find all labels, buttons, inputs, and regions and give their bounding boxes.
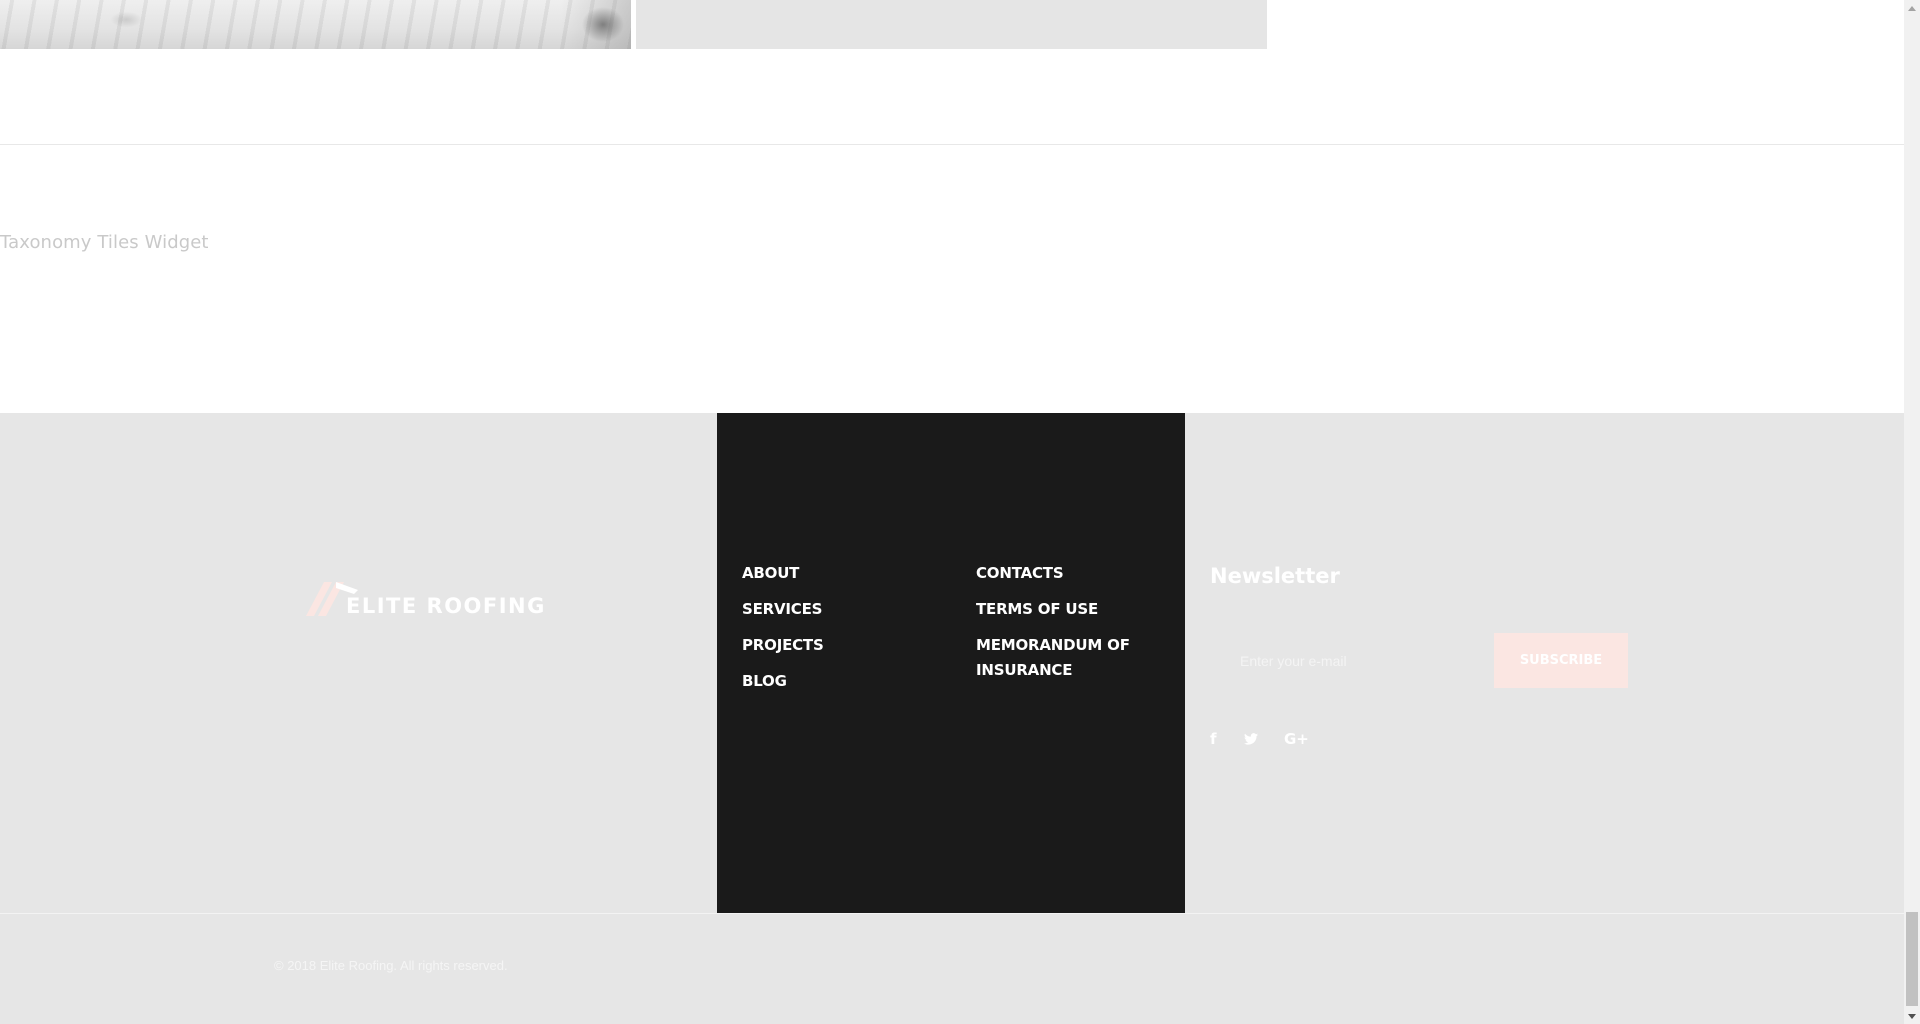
image-shadow <box>561 0 631 49</box>
twitter-icon[interactable] <box>1244 728 1258 751</box>
vertical-scrollbar[interactable] <box>1904 0 1920 1024</box>
scrollbar-thumb[interactable] <box>1906 912 1918 1006</box>
menu-link-terms[interactable]: TERMS OF USE <box>976 597 1166 622</box>
twitter-bird-icon <box>1244 733 1258 745</box>
email-field[interactable] <box>1210 633 1494 688</box>
scroll-up-arrow-icon[interactable] <box>1904 0 1920 16</box>
newsletter-title: Newsletter <box>1210 564 1340 588</box>
roof-tiles-image[interactable] <box>0 0 631 49</box>
menu-link-services[interactable]: SERVICES <box>742 597 824 622</box>
newsletter-form: SUBSCRIBE <box>1210 633 1628 688</box>
top-image-strip <box>0 0 1904 49</box>
footer-menu-column-2: CONTACTS TERMS OF USE MEMORANDUM OF INSU… <box>976 561 1166 694</box>
google-plus-icon[interactable]: G+ <box>1284 728 1309 750</box>
menu-link-contacts[interactable]: CONTACTS <box>976 561 1166 586</box>
widget-title: Taxonomy Tiles Widget <box>0 232 209 253</box>
menu-link-blog[interactable]: BLOG <box>742 669 824 694</box>
menu-link-about[interactable]: ABOUT <box>742 561 824 586</box>
footer-menu: ABOUT SERVICES PROJECTS BLOG CONTACTS TE… <box>717 413 1185 913</box>
logo-text: ELITE ROOFING <box>346 594 546 618</box>
site-logo[interactable]: ELITE ROOFING <box>306 576 546 620</box>
facebook-icon[interactable]: f <box>1210 728 1217 750</box>
subscribe-button[interactable]: SUBSCRIBE <box>1494 633 1628 688</box>
section-divider <box>0 144 1904 145</box>
image-placeholder[interactable] <box>636 0 1267 49</box>
menu-link-memorandum[interactable]: MEMORANDUM OF INSURANCE <box>976 633 1166 683</box>
scroll-down-arrow-icon[interactable] <box>1904 1008 1920 1024</box>
footer-divider <box>0 913 1904 914</box>
menu-link-projects[interactable]: PROJECTS <box>742 633 824 658</box>
footer-menu-column-1: ABOUT SERVICES PROJECTS BLOG <box>742 561 824 705</box>
copyright-text: © 2018 Elite Roofing. All rights reserve… <box>274 958 508 973</box>
